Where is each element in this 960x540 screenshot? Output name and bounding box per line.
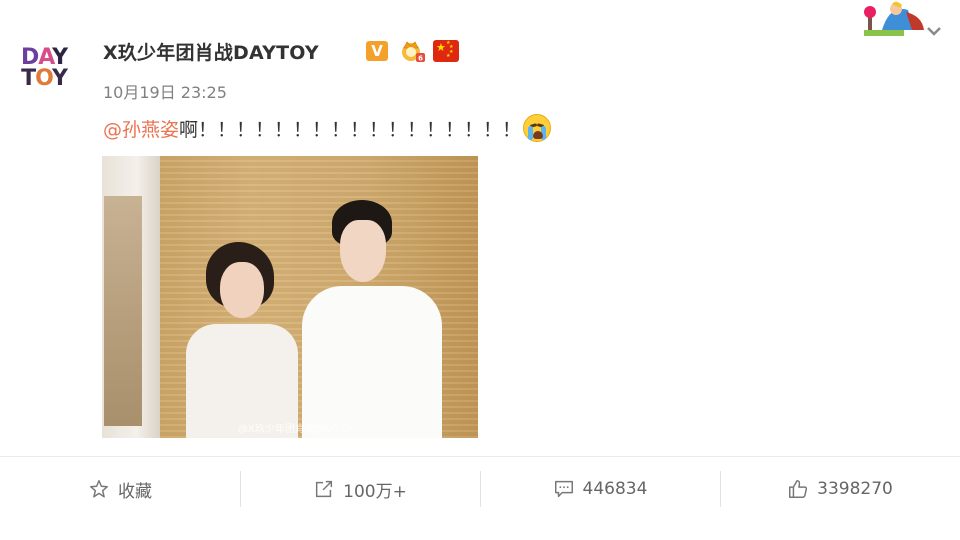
avatar[interactable]: DAY TOY	[14, 40, 74, 98]
decorative-illustration-icon[interactable]	[862, 0, 948, 44]
post-body-text: 啊！！！！！！！！！！！！！！！！！	[179, 118, 522, 141]
thumbs-up-icon	[789, 480, 808, 498]
person-right-body	[302, 286, 442, 438]
svg-text:6: 6	[418, 55, 423, 63]
person-right-face	[340, 220, 386, 282]
verified-v-icon[interactable]: V	[366, 41, 388, 61]
post-timestamp[interactable]: 10月19日 23:25	[103, 79, 227, 103]
username-link[interactable]: X玖少年团肖战DAYTOY	[103, 38, 319, 65]
mention-link[interactable]: @孙燕姿	[103, 115, 179, 142]
crying-face-icon	[523, 114, 552, 142]
share-arrow-icon	[316, 480, 333, 498]
china-flag-icon[interactable]: ★ ★ ★ ★ ★	[433, 40, 459, 62]
comment-count: 446834	[582, 479, 648, 499]
post-image[interactable]: @X玖少年团肖战DAYTOY	[102, 156, 478, 438]
image-watermark: @X玖少年团肖战DAYTOY	[238, 424, 355, 435]
like-count: 3398270	[817, 479, 893, 499]
comment-button[interactable]: 446834	[480, 457, 720, 521]
comment-bubble-icon	[554, 480, 573, 498]
star-outline-icon	[90, 480, 108, 498]
action-bar: 收藏 100万+ 446834 3398270	[0, 457, 960, 521]
favorite-label: 收藏	[118, 481, 152, 502]
avatar-line2: TOY	[21, 66, 68, 91]
person-left-face	[220, 262, 264, 318]
share-count: 100万+	[343, 481, 407, 502]
like-button[interactable]: 3398270	[720, 457, 960, 521]
crown-badge-icon[interactable]: 6	[400, 39, 426, 63]
post-text: @孙燕姿 啊！！！！！！！！！！！！！！！！！	[103, 114, 552, 142]
share-button[interactable]: 100万+	[240, 457, 480, 521]
mirror-reflection	[104, 196, 142, 426]
favorite-button[interactable]: 收藏	[0, 457, 240, 521]
